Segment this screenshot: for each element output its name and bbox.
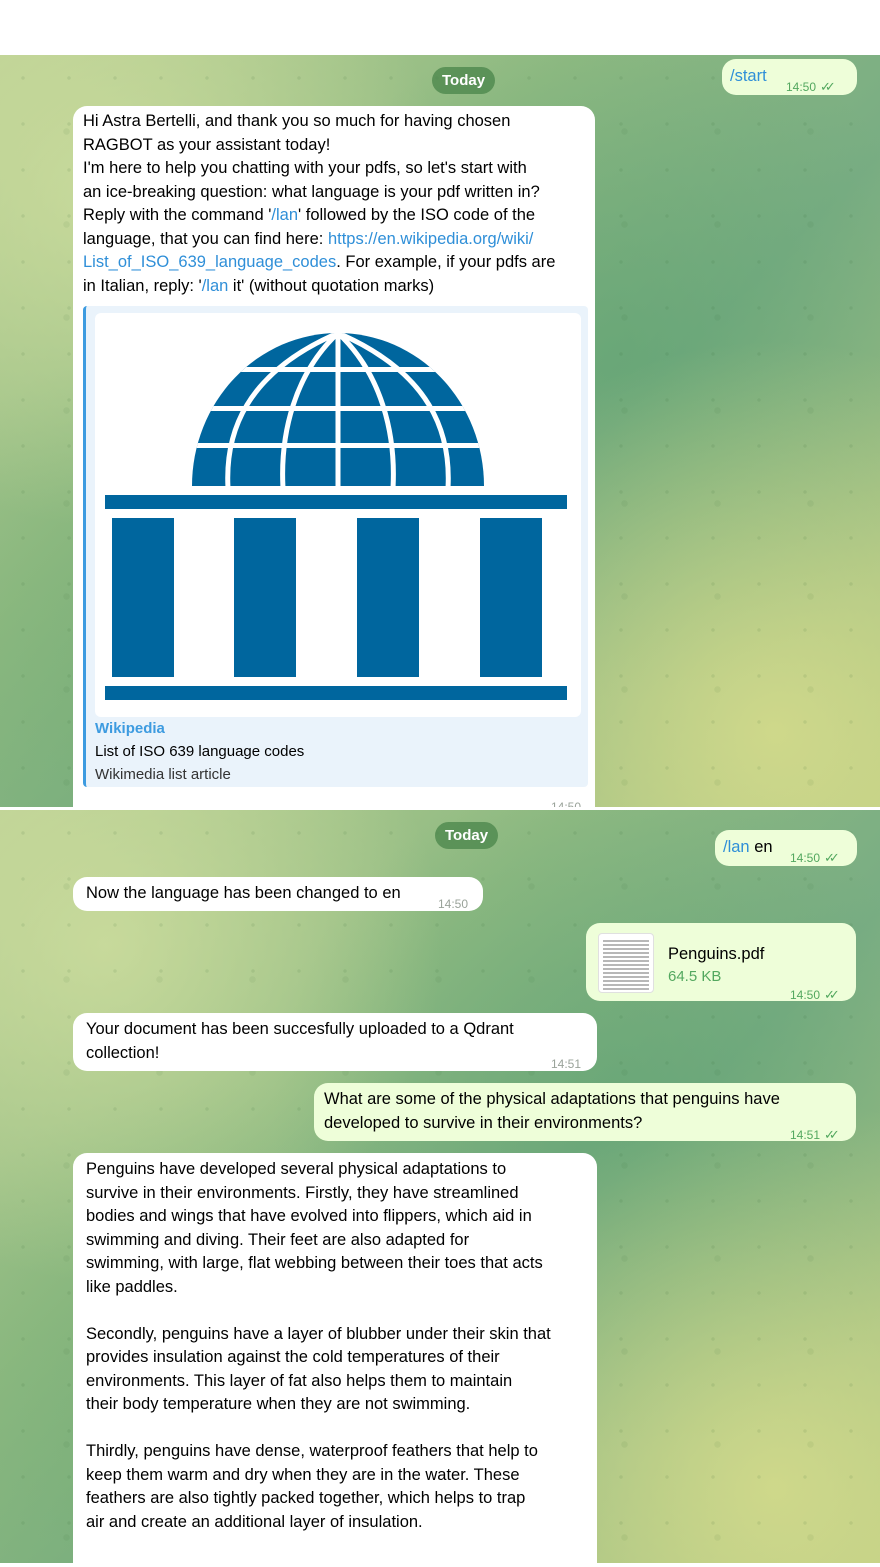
bot-command-link[interactable]: /start — [730, 65, 767, 89]
text-line: What are some of the physical adaptation… — [324, 1090, 780, 1108]
text-line: in Italian, reply: '/lan it' (without qu… — [83, 275, 593, 299]
lan-command-link[interactable]: /lan — [202, 277, 229, 295]
outgoing-message-lan[interactable]: /lan en 14:50 ✓✓ — [715, 830, 857, 866]
double-check-icon: ✓✓ — [824, 850, 840, 865]
text-line: their body temperature when they are not… — [86, 1395, 471, 1413]
text-fragment: language, that you can find here: — [83, 229, 328, 248]
preview-title: List of ISO 639 language codes — [95, 743, 305, 760]
message-text: Your document has been succesfully uploa… — [86, 1018, 514, 1065]
outgoing-message-question[interactable]: What are some of the physical adaptation… — [314, 1083, 856, 1142]
time-text: 14:50 — [790, 851, 821, 865]
message-time: 14:51 ✓✓ — [790, 1123, 840, 1148]
text-line: Your document has been succesfully uploa… — [86, 1020, 514, 1038]
message-text: What are some of the physical adaptation… — [324, 1088, 780, 1135]
message-text: Penguins have developed several physical… — [86, 1158, 596, 1534]
incoming-message-language-changed: Now the language has been changed to en … — [73, 877, 483, 911]
date-separator: Today — [435, 822, 499, 849]
text-line: collection! — [86, 1043, 160, 1062]
text-line: Reply with the command '/lan' followed b… — [83, 204, 593, 228]
text-line: swimming and diving. Their feet are also… — [86, 1230, 470, 1249]
text-line: language, that you can find here: https:… — [83, 228, 593, 252]
wikipedia-logo-icon — [105, 333, 567, 700]
outgoing-message-start[interactable]: /start 14:50 ✓✓ — [722, 59, 857, 95]
text-line: like paddles. — [86, 1277, 178, 1296]
link-preview-card[interactable]: Wikipedia List of ISO 639 language codes… — [83, 306, 588, 787]
outgoing-file-message[interactable]: Penguins.pdf 64.5 KB 14:50 ✓✓ — [586, 923, 856, 1002]
chat-panel-top: Today /start 14:50 ✓✓ Hi Astra Bertelli, … — [0, 55, 880, 807]
text-line: RAGBOT as your assistant today! — [83, 135, 331, 154]
double-check-icon: ✓✓ — [824, 987, 840, 1002]
message-time: 14:50 ✓✓ — [790, 846, 840, 871]
incoming-message-welcome: Hi Astra Bertelli, and thank you so much… — [73, 106, 595, 807]
text-line: I'm here to help you chatting with your … — [83, 159, 527, 177]
text-line: List_of_ISO_639_language_codes. For exam… — [83, 251, 593, 275]
text-line: keep them warm and dry when they are in … — [86, 1465, 520, 1484]
wikipedia-link[interactable]: https://en.wikipedia.org/wiki/ — [328, 230, 533, 248]
text-line: Secondly, penguins have a layer of blubb… — [86, 1324, 551, 1343]
file-size: 64.5 KB — [668, 968, 722, 985]
text-line: survive in their environments. Firstly, … — [86, 1183, 519, 1202]
incoming-message-answer: Penguins have developed several physical… — [73, 1153, 597, 1563]
text-line: swimming, with large, flat webbing betwe… — [86, 1254, 543, 1272]
preview-description: Wikimedia list article — [95, 766, 231, 783]
text-fragment: Reply with the command ' — [83, 206, 272, 224]
message-time: 14:50 — [438, 897, 469, 911]
chat-panel-bottom: Today /lan en 14:50 ✓✓ Now the language h… — [0, 810, 880, 1563]
preview-site-name: Wikipedia — [95, 720, 165, 737]
lan-command-link[interactable]: /lan — [271, 206, 298, 224]
message-text: Now the language has been changed to en — [86, 884, 401, 902]
text-line: an ice-breaking question: what language … — [83, 182, 540, 201]
text-fragment: in Italian, reply: ' — [83, 276, 202, 295]
text-fragment: . For example, if your pdfs are — [336, 253, 556, 271]
double-check-icon: ✓✓ — [820, 79, 836, 94]
text-line: environments. This layer of fat also hel… — [86, 1371, 513, 1390]
text-line: Thirdly, penguins have dense, waterproof… — [86, 1442, 538, 1460]
time-text: 14:51 — [790, 1128, 821, 1142]
lan-command-link[interactable]: /lan — [723, 838, 750, 856]
text-fragment: ' followed by the ISO code of the — [298, 206, 536, 224]
text-line: Penguins have developed several physical… — [86, 1160, 507, 1178]
file-name[interactable]: Penguins.pdf — [668, 943, 764, 967]
text-fragment: en — [749, 838, 773, 856]
text-line: air and create an additional layer of in… — [86, 1512, 423, 1531]
time-text: 14:50 — [786, 80, 817, 94]
time-text: 14:50 — [790, 988, 821, 1002]
text-line: developed to survive in their environmen… — [324, 1113, 643, 1132]
incoming-message-uploaded: Your document has been succesfully uploa… — [73, 1013, 597, 1071]
date-separator: Today — [432, 67, 496, 94]
wikipedia-link-continued[interactable]: List_of_ISO_639_language_codes — [83, 253, 336, 271]
double-check-icon: ✓✓ — [824, 1127, 840, 1142]
text-fragment: it' (without quotation marks) — [228, 276, 435, 295]
text-line: provides insulation against the cold tem… — [86, 1348, 500, 1366]
message-time: 14:50 — [551, 800, 582, 807]
text-line: Hi Astra Bertelli, and thank you so much… — [83, 112, 511, 130]
link-preview-image — [95, 313, 581, 717]
message-text: /lan en — [723, 836, 773, 860]
message-time: 14:50 ✓✓ — [790, 983, 840, 1008]
pdf-thumbnail-icon[interactable] — [598, 933, 654, 993]
message-time: 14:50 ✓✓ — [786, 75, 836, 100]
text-line: bodies and wings that have evolved into … — [86, 1207, 532, 1225]
welcome-text: Hi Astra Bertelli, and thank you so much… — [83, 110, 593, 298]
text-line: feathers are also tightly packed togethe… — [86, 1489, 526, 1507]
message-time: 14:51 — [551, 1057, 582, 1071]
